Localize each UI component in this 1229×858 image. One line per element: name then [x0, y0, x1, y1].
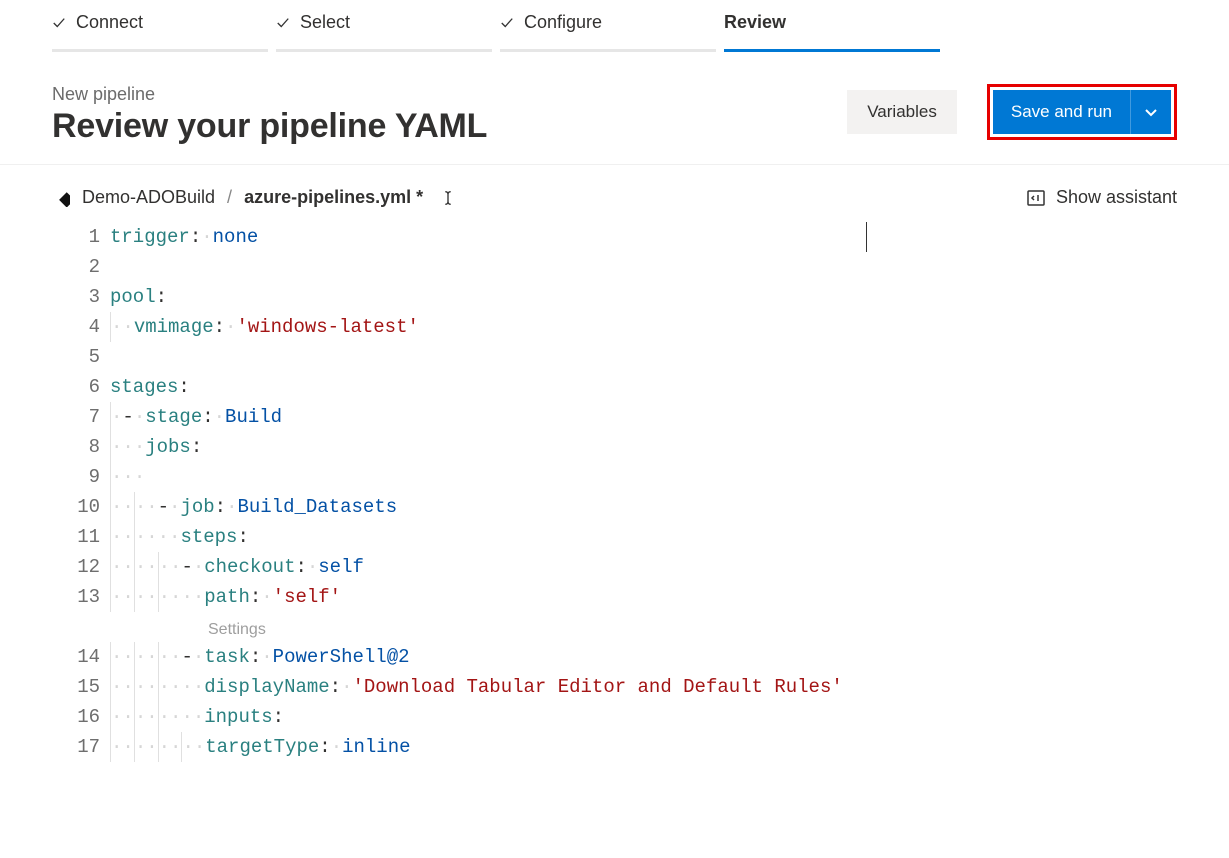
show-assistant-label: Show assistant	[1056, 187, 1177, 208]
yaml-editor[interactable]: 1 2 3 4 5 6 7 8 9 10 11 12 13 14 15 16 1…	[0, 222, 1229, 782]
repo-icon	[52, 189, 70, 207]
tab-review[interactable]: Review	[724, 12, 940, 52]
tab-review-label: Review	[724, 12, 786, 33]
breadcrumb-separator: /	[227, 187, 232, 208]
tab-connect[interactable]: Connect	[52, 12, 268, 52]
line-gutter: 1 2 3 4 5 6 7 8 9 10 11 12 13 14 15 16 1…	[52, 222, 100, 762]
tab-configure[interactable]: Configure	[500, 12, 716, 52]
check-icon	[276, 16, 290, 30]
save-and-run-dropdown[interactable]	[1131, 90, 1171, 134]
tab-connect-label: Connect	[76, 12, 143, 33]
panel-left-icon	[1026, 188, 1046, 208]
file-path-row: Demo-ADOBuild / azure-pipelines.yml * Sh…	[0, 165, 1229, 222]
breadcrumb-file[interactable]: azure-pipelines.yml *	[244, 187, 423, 208]
wizard-tabs: Connect Select Configure Review	[0, 0, 1229, 52]
text-cursor-icon[interactable]	[439, 189, 457, 207]
variables-button[interactable]: Variables	[847, 90, 957, 134]
code-content[interactable]: trigger:·none pool: ··vmimage:·'windows-…	[52, 222, 1177, 762]
check-icon	[52, 16, 66, 30]
show-assistant-button[interactable]: Show assistant	[1026, 187, 1177, 208]
breadcrumb-repo[interactable]: Demo-ADOBuild	[82, 187, 215, 208]
tab-select[interactable]: Select	[276, 12, 492, 52]
task-settings-link[interactable]: Settings	[208, 615, 266, 645]
chevron-down-icon	[1143, 104, 1159, 120]
editor-caret	[866, 222, 867, 252]
save-and-run-highlight: Save and run	[987, 84, 1177, 140]
save-and-run-button[interactable]: Save and run	[993, 90, 1131, 134]
check-icon	[500, 16, 514, 30]
tab-configure-label: Configure	[524, 12, 602, 33]
tab-select-label: Select	[300, 12, 350, 33]
page-header: New pipeline Review your pipeline YAML V…	[0, 52, 1229, 165]
page-title: Review your pipeline YAML	[52, 107, 487, 146]
header-subtitle: New pipeline	[52, 84, 487, 105]
